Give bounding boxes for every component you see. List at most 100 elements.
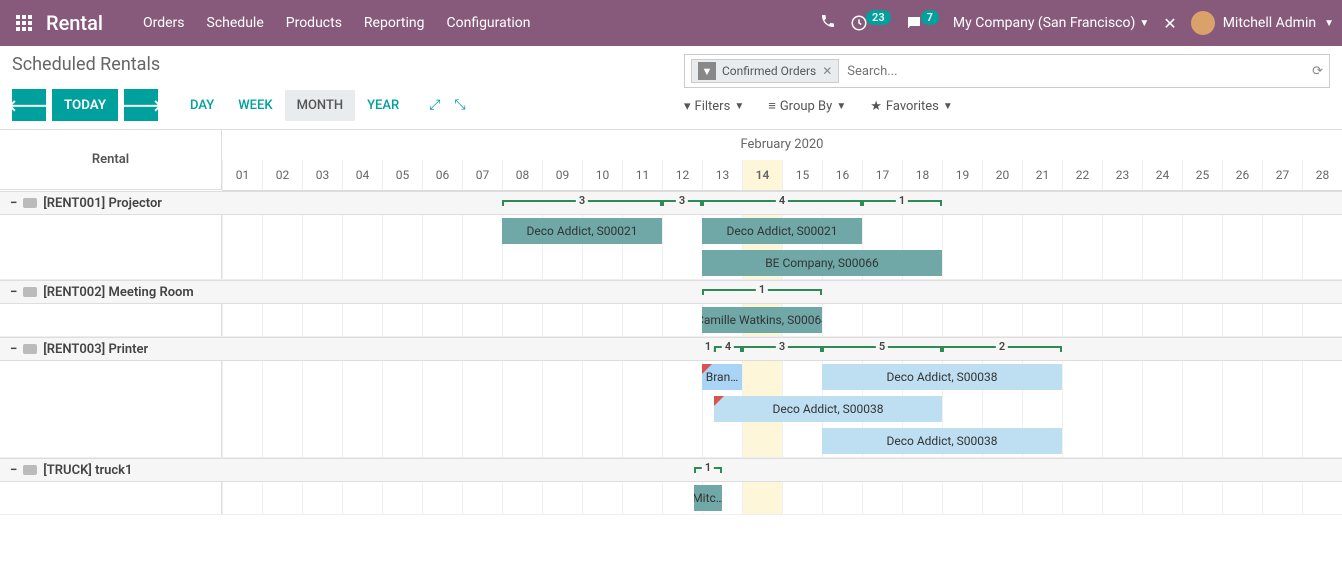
menu-reporting[interactable]: Reporting	[364, 15, 425, 31]
summary-count: 3	[676, 194, 688, 207]
gantt-bar[interactable]: Deco Addict, S00038	[822, 364, 1062, 390]
menu-products[interactable]: Products	[286, 15, 342, 31]
reload-icon[interactable]: ⟳	[1312, 64, 1323, 79]
groupby-menu[interactable]: ≡ Group By ▼	[768, 98, 846, 114]
collapse-icon[interactable]: −	[10, 285, 17, 300]
today-button[interactable]: TODAY	[52, 89, 118, 121]
day-cell[interactable]: 26	[1222, 160, 1262, 190]
chevron-down-icon: ▼	[1324, 18, 1334, 29]
day-cell[interactable]: 18	[902, 160, 942, 190]
summary-count: 3	[776, 340, 788, 353]
day-cell[interactable]: 11	[622, 160, 662, 190]
filter-bar: ▾ Filters ▼ ≡ Group By ▼ ★ Favorites ▼	[684, 98, 1330, 114]
day-cell[interactable]: 10	[582, 160, 622, 190]
gantt-bar[interactable]: Camille Watkins, S00064	[702, 307, 822, 333]
day-cell[interactable]: 12	[662, 160, 702, 190]
resource-header[interactable]: −[RENT001] Projector3341	[0, 191, 1342, 215]
day-cell[interactable]: 14	[742, 160, 782, 190]
resource-header[interactable]: −[TRUCK] truck11	[0, 458, 1342, 482]
day-cell[interactable]: 19	[942, 160, 982, 190]
collapse-icon[interactable]: −	[10, 342, 17, 357]
gantt-side-header: Rental	[0, 130, 222, 190]
collapse-icon[interactable]: −	[10, 196, 17, 211]
product-icon	[23, 465, 37, 475]
summary-count: 1	[756, 283, 768, 296]
day-cell[interactable]: 13	[702, 160, 742, 190]
activities-count: 23	[866, 10, 891, 25]
resource-name: [RENT002] Meeting Room	[43, 285, 194, 300]
company-switcher[interactable]: My Company (San Francisco) ▼	[953, 15, 1149, 31]
resource-name: [RENT001] Projector	[43, 196, 162, 211]
day-cell[interactable]: 24	[1142, 160, 1182, 190]
day-cell[interactable]: 09	[542, 160, 582, 190]
day-cell[interactable]: 02	[262, 160, 302, 190]
filters-menu[interactable]: ▾ Filters ▼	[684, 98, 744, 114]
day-cell[interactable]: 15	[782, 160, 822, 190]
day-cell[interactable]: 04	[342, 160, 382, 190]
app-brand[interactable]: Rental	[46, 11, 103, 35]
day-cell[interactable]: 08	[502, 160, 542, 190]
phone-icon[interactable]	[820, 13, 836, 33]
gantt-bar[interactable]: BE Company, S00066	[702, 250, 942, 276]
range-year[interactable]: YEAR	[355, 90, 411, 121]
gantt-bar[interactable]: Deco Addict, S00038	[714, 396, 942, 422]
gantt-bar[interactable]: Bran…	[702, 364, 742, 390]
user-menu[interactable]: Mitchell Admin ▼	[1191, 11, 1334, 35]
messages-button[interactable]: 7	[905, 14, 939, 32]
day-cell[interactable]: 06	[422, 160, 462, 190]
main-menu: Orders Schedule Products Reporting Confi…	[143, 15, 530, 31]
topbar-right: 23 7 My Company (San Francisco) ▼ ✕ Mitc…	[820, 11, 1334, 35]
gantt-bar[interactable]: Deco Addict, S00038	[822, 428, 1062, 454]
resource-name: [RENT003] Printer	[43, 342, 148, 357]
day-cell[interactable]: 05	[382, 160, 422, 190]
close-icon[interactable]: ✕	[1163, 14, 1176, 33]
resource-name: [TRUCK] truck1	[43, 463, 132, 478]
range-day[interactable]: DAY	[178, 90, 226, 121]
search-input[interactable]	[839, 64, 1312, 79]
summary-count: 3	[576, 194, 588, 207]
day-cell[interactable]: 23	[1102, 160, 1142, 190]
day-cell[interactable]: 25	[1182, 160, 1222, 190]
day-cell[interactable]: 20	[982, 160, 1022, 190]
day-cell[interactable]: 17	[862, 160, 902, 190]
filter-chip: ▼ Confirmed Orders ✕	[691, 59, 839, 83]
expand-icon[interactable]: ⤢	[429, 97, 440, 113]
day-cell[interactable]: 28	[1302, 160, 1342, 190]
day-cell[interactable]: 16	[822, 160, 862, 190]
gantt-bar[interactable]: Deco Addict, S00021	[702, 218, 862, 244]
company-label: My Company (San Francisco)	[953, 15, 1135, 31]
range-week[interactable]: WEEK	[226, 90, 284, 121]
collapse-icon[interactable]: −	[10, 463, 17, 478]
gantt-bar[interactable]: Deco Addict, S00021	[502, 218, 662, 244]
day-cell[interactable]: 01	[222, 160, 262, 190]
collapse-icon[interactable]: ⤡	[454, 97, 465, 113]
next-button[interactable]: 🡒	[124, 89, 158, 121]
menu-configuration[interactable]: Configuration	[446, 15, 530, 31]
remove-chip-button[interactable]: ✕	[822, 64, 832, 78]
day-cell[interactable]: 07	[462, 160, 502, 190]
gantt-bar[interactable]: Mitc…	[694, 485, 722, 511]
days-row: 0102030405060708091011121314151617181920…	[222, 160, 1342, 190]
search-box[interactable]: ▼ Confirmed Orders ✕ ⟳	[684, 54, 1330, 88]
menu-schedule[interactable]: Schedule	[207, 15, 264, 31]
product-icon	[23, 287, 37, 297]
summary-count: 4	[722, 340, 734, 353]
product-icon	[23, 344, 37, 354]
range-month[interactable]: MONTH	[285, 90, 356, 121]
filter-chip-label: Confirmed Orders	[722, 64, 816, 78]
menu-orders[interactable]: Orders	[143, 15, 185, 31]
day-cell[interactable]: 27	[1262, 160, 1302, 190]
prev-button[interactable]: 🡐	[12, 89, 46, 121]
resource-header[interactable]: − [RENT002] Meeting Room 1	[0, 280, 1342, 304]
favorites-menu[interactable]: ★ Favorites ▼	[870, 98, 953, 114]
gantt-view: Rental February 2020 0102030405060708091…	[0, 129, 1342, 515]
warning-icon	[714, 396, 724, 406]
summary-count: 1	[702, 340, 714, 353]
resource-header[interactable]: −[RENT003] Printer14352	[0, 337, 1342, 361]
summary-count: 2	[996, 340, 1008, 353]
day-cell[interactable]: 22	[1062, 160, 1102, 190]
day-cell[interactable]: 21	[1022, 160, 1062, 190]
day-cell[interactable]: 03	[302, 160, 342, 190]
activities-button[interactable]: 23	[850, 14, 891, 32]
apps-icon[interactable]	[12, 11, 36, 35]
